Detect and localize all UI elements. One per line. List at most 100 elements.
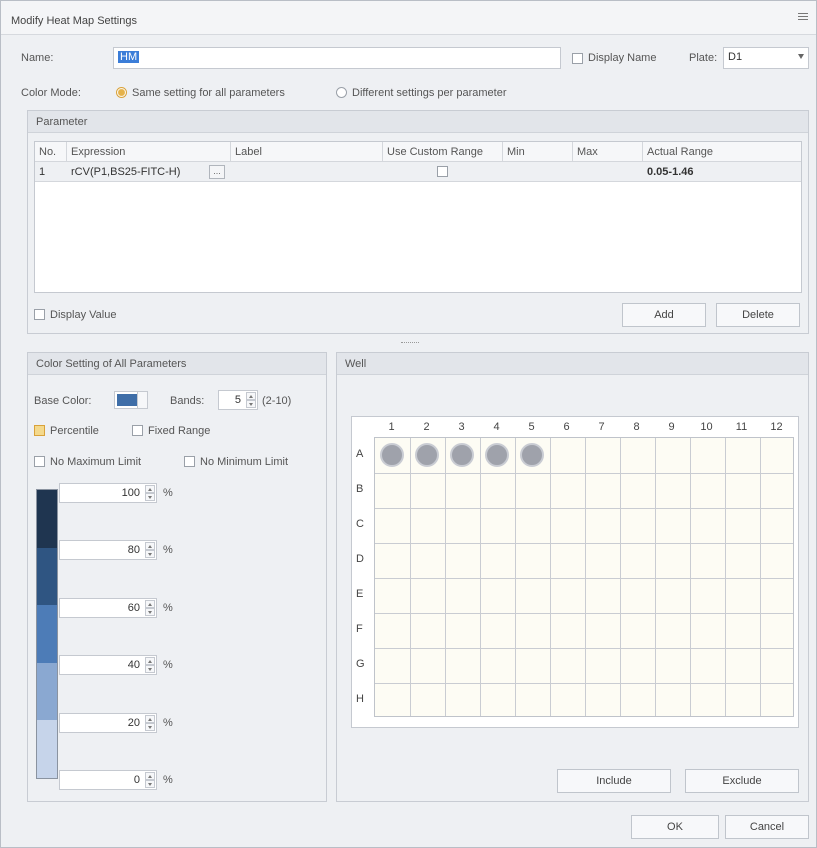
threshold-stepper[interactable]: 0 bbox=[59, 770, 157, 790]
color-mode-different-radio[interactable] bbox=[336, 87, 347, 98]
column-header-no[interactable]: No. bbox=[35, 142, 67, 162]
stepper-down-icon[interactable] bbox=[145, 493, 155, 501]
percent-unit-label: % bbox=[163, 487, 173, 499]
include-button[interactable]: Include bbox=[557, 769, 671, 793]
cell-max[interactable] bbox=[573, 162, 643, 182]
plate-select[interactable]: D1 bbox=[723, 47, 809, 69]
title-bar: Modify Heat Map Settings bbox=[1, 1, 816, 35]
well-column-label: 2 bbox=[423, 421, 430, 433]
grid-line bbox=[375, 648, 793, 649]
stepper-up-icon[interactable] bbox=[145, 714, 155, 723]
use-custom-range-checkbox[interactable] bbox=[437, 166, 448, 177]
grid-line bbox=[760, 438, 761, 716]
no-maximum-limit-checkbox[interactable] bbox=[34, 456, 45, 467]
percentile-checkbox[interactable] bbox=[34, 425, 45, 436]
stepper-down-icon[interactable] bbox=[145, 780, 155, 788]
color-band bbox=[37, 720, 57, 778]
base-color-swatch bbox=[117, 394, 137, 406]
name-input[interactable]: HM bbox=[113, 47, 561, 69]
parameter-group-title: Parameter bbox=[28, 111, 808, 133]
well-a5[interactable] bbox=[520, 443, 544, 467]
splitter-grip[interactable] bbox=[401, 342, 419, 345]
stepper-down-icon[interactable] bbox=[145, 607, 155, 616]
well-column-label: 11 bbox=[735, 421, 748, 433]
window-title: Modify Heat Map Settings bbox=[11, 15, 137, 27]
threshold-stepper[interactable]: 80 bbox=[59, 540, 157, 561]
stepper-up-icon[interactable] bbox=[145, 599, 155, 608]
stepper-up-icon[interactable] bbox=[145, 485, 155, 493]
stepper-down-icon[interactable] bbox=[145, 665, 155, 674]
well-row-label: H bbox=[356, 693, 364, 705]
column-header-expression[interactable]: Expression bbox=[67, 142, 231, 162]
well-column-label: 8 bbox=[633, 421, 640, 433]
grid-line bbox=[725, 438, 726, 716]
stepper-up-icon[interactable] bbox=[145, 542, 155, 551]
well-a3[interactable] bbox=[450, 443, 474, 467]
grid-line bbox=[655, 438, 656, 716]
base-color-picker[interactable] bbox=[114, 391, 148, 409]
column-header-min[interactable]: Min bbox=[503, 142, 573, 162]
heat-map-settings-dialog: Modify Heat Map Settings Name: HM Displa… bbox=[0, 0, 817, 848]
color-band bbox=[37, 547, 57, 606]
well-row-label: C bbox=[356, 518, 364, 530]
cell-expression[interactable]: rCV(P1,BS25-FITC-H) bbox=[67, 162, 207, 182]
stepper-up-icon[interactable] bbox=[145, 772, 155, 780]
column-header-use-custom-range[interactable]: Use Custom Range bbox=[383, 142, 503, 162]
color-setting-group-title: Color Setting of All Parameters bbox=[28, 353, 326, 375]
cancel-button[interactable]: Cancel bbox=[725, 815, 809, 839]
color-band bbox=[37, 662, 57, 721]
color-mode-same-label: Same setting for all parameters bbox=[132, 87, 285, 99]
fixed-range-checkbox[interactable] bbox=[132, 425, 143, 436]
expression-browse-button[interactable]: ... bbox=[209, 165, 225, 179]
no-minimum-limit-checkbox[interactable] bbox=[184, 456, 195, 467]
threshold-value: 0 bbox=[133, 774, 140, 786]
plate-value: D1 bbox=[728, 51, 743, 63]
well-row-label: D bbox=[356, 553, 364, 565]
cell-label[interactable] bbox=[231, 162, 383, 182]
grid-line bbox=[375, 578, 793, 579]
ok-button[interactable]: OK bbox=[631, 815, 719, 839]
plate-label: Plate: bbox=[689, 52, 718, 64]
percent-unit-label: % bbox=[163, 544, 173, 557]
column-header-actual-range[interactable]: Actual Range bbox=[643, 142, 803, 162]
percent-unit-label: % bbox=[163, 774, 173, 786]
well-row-label: A bbox=[356, 448, 364, 460]
well-a4[interactable] bbox=[485, 443, 509, 467]
display-name-checkbox[interactable] bbox=[572, 53, 583, 64]
chevron-down-icon bbox=[798, 54, 804, 59]
well-group-title: Well bbox=[337, 353, 808, 375]
bands-range-label: (2-10) bbox=[262, 395, 292, 407]
cell-min[interactable] bbox=[503, 162, 573, 182]
display-value-checkbox[interactable] bbox=[34, 309, 45, 320]
well-grid[interactable] bbox=[374, 437, 794, 717]
stepper-down-icon[interactable] bbox=[246, 400, 256, 408]
color-mode-label: Color Mode: bbox=[21, 87, 81, 99]
well-plate: 1 2 3 4 5 6 7 8 9 10 11 12 ABCDEFGH bbox=[351, 416, 799, 728]
stepper-up-icon[interactable] bbox=[246, 392, 256, 400]
stepper-down-icon[interactable] bbox=[145, 722, 155, 731]
threshold-stepper[interactable]: 60 bbox=[59, 597, 157, 618]
bands-value: 5 bbox=[234, 394, 241, 406]
percent-unit-label: % bbox=[163, 716, 173, 729]
table-row[interactable]: 1 rCV(P1,BS25-FITC-H) ... 0.05-1.46 bbox=[35, 162, 801, 182]
well-column-label: 3 bbox=[458, 421, 465, 433]
menu-icon[interactable] bbox=[798, 13, 808, 23]
exclude-button[interactable]: Exclude bbox=[685, 769, 799, 793]
threshold-stepper[interactable]: 20 bbox=[59, 712, 157, 733]
add-button[interactable]: Add bbox=[622, 303, 706, 327]
cell-no: 1 bbox=[39, 166, 46, 178]
column-header-max[interactable]: Max bbox=[573, 142, 643, 162]
grid-line bbox=[410, 438, 411, 716]
threshold-stepper[interactable]: 40 bbox=[59, 655, 157, 676]
color-mode-same-radio[interactable] bbox=[116, 87, 127, 98]
bands-stepper[interactable]: 5 bbox=[218, 390, 258, 410]
stepper-up-icon[interactable] bbox=[145, 657, 155, 666]
threshold-stepper[interactable]: 100 bbox=[59, 483, 157, 503]
column-header-label[interactable]: Label bbox=[231, 142, 383, 162]
percent-unit-label: % bbox=[163, 659, 173, 672]
grid-line bbox=[445, 438, 446, 716]
well-a1[interactable] bbox=[380, 443, 404, 467]
well-a2[interactable] bbox=[415, 443, 439, 467]
stepper-down-icon[interactable] bbox=[145, 550, 155, 559]
delete-button[interactable]: Delete bbox=[716, 303, 800, 327]
